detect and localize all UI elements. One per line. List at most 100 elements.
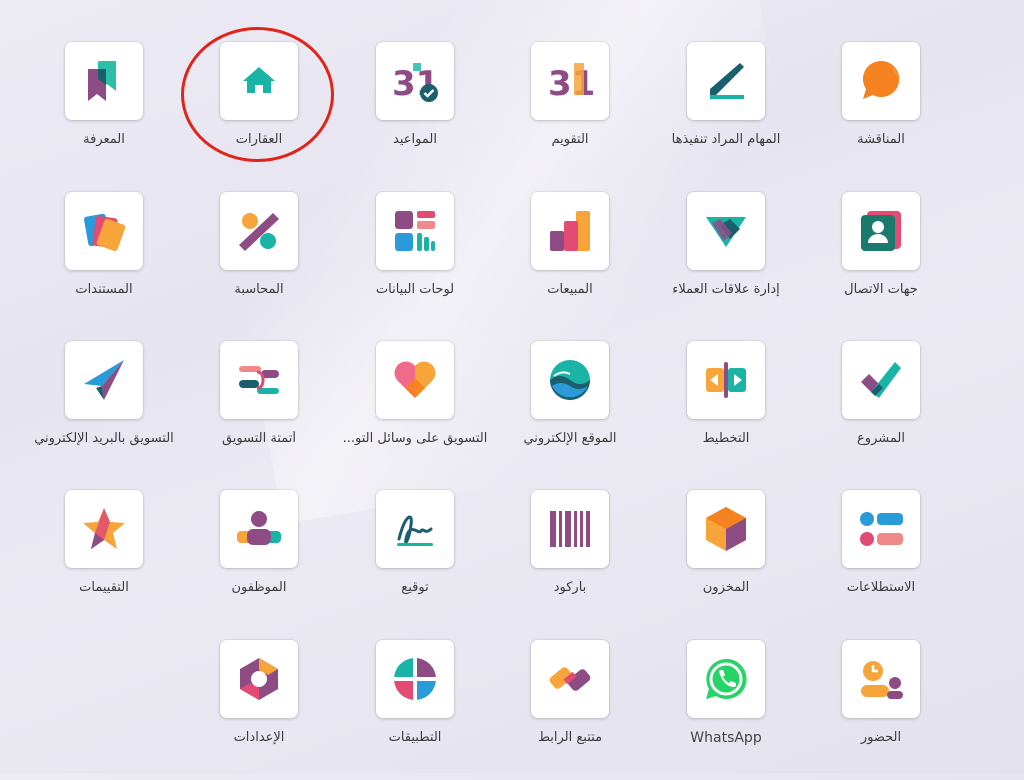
app-project[interactable]: المشروع xyxy=(803,341,959,481)
app-sign[interactable]: توقيع xyxy=(337,490,493,630)
app-calendar[interactable]: 31 التقويم xyxy=(492,42,648,182)
app-tile[interactable] xyxy=(376,192,454,270)
app-label: التقييمات xyxy=(79,580,129,595)
app-label: لوحات البيانات xyxy=(375,282,455,297)
signature-icon xyxy=(397,515,433,546)
app-tile[interactable] xyxy=(65,490,143,568)
app-appointments[interactable]: 31 المواعيد xyxy=(337,42,493,182)
app-sales[interactable]: المبيعات xyxy=(492,192,648,332)
app-tile[interactable] xyxy=(842,42,920,120)
app-real-estate[interactable]: العقارات xyxy=(181,42,337,182)
app-label: التسويق على وسائل التو... xyxy=(342,431,488,446)
app-tile[interactable] xyxy=(687,341,765,419)
app-tile[interactable] xyxy=(376,640,454,718)
app-tile[interactable] xyxy=(531,490,609,568)
app-tile[interactable] xyxy=(220,640,298,718)
app-tile[interactable] xyxy=(220,490,298,568)
app-dashboards[interactable]: لوحات البيانات xyxy=(337,192,493,332)
app-knowledge[interactable]: المعرفة xyxy=(26,42,182,182)
contact-card-icon xyxy=(861,211,901,251)
whatsapp-icon xyxy=(706,658,747,699)
app-tile[interactable] xyxy=(531,192,609,270)
app-label: التسويق بالبريد الإلكتروني xyxy=(34,431,174,446)
app-label: WhatsApp xyxy=(690,730,762,746)
app-tile[interactable] xyxy=(220,341,298,419)
dashboard-icon xyxy=(395,211,435,251)
app-planning[interactable]: التخطيط xyxy=(648,341,804,481)
app-label: المحاسبة xyxy=(234,282,284,297)
app-tile[interactable] xyxy=(531,640,609,718)
app-tile[interactable] xyxy=(842,490,920,568)
app-inventory[interactable]: المخزون xyxy=(648,490,804,630)
app-tile[interactable] xyxy=(842,341,920,419)
automation-arrows-icon xyxy=(239,366,279,394)
app-surveys[interactable]: الاستطلاعات xyxy=(803,490,959,630)
app-todo[interactable]: المهام المراد تنفيذها xyxy=(648,42,804,182)
app-accounting[interactable]: المحاسبة xyxy=(181,192,337,332)
app-label: توقيع xyxy=(401,580,429,595)
app-tile[interactable] xyxy=(376,490,454,568)
app-settings[interactable]: الإعدادات xyxy=(181,640,337,780)
app-tile[interactable] xyxy=(531,341,609,419)
app-contacts[interactable]: جهات الاتصال xyxy=(803,192,959,332)
app-tile[interactable] xyxy=(376,341,454,419)
star-icon xyxy=(83,508,125,549)
calendar-icon: 31 xyxy=(548,63,594,104)
app-tile[interactable] xyxy=(65,42,143,120)
app-tile[interactable]: 31 xyxy=(531,42,609,120)
app-tile[interactable] xyxy=(842,192,920,270)
app-label: جهات الاتصال xyxy=(844,282,918,297)
app-email-marketing[interactable]: التسويق بالبريد الإلكتروني xyxy=(26,341,182,481)
app-social-marketing[interactable]: التسويق على وسائل التو... xyxy=(337,341,493,481)
app-apps[interactable]: التطبيقات xyxy=(337,640,493,780)
app-tile[interactable] xyxy=(687,192,765,270)
app-label: العقارات xyxy=(235,132,283,147)
app-tile[interactable] xyxy=(687,42,765,120)
bookmark-icon xyxy=(88,61,116,101)
pen-line-icon xyxy=(710,63,744,99)
chat-bubble-icon xyxy=(862,60,900,99)
app-label: الإعدادات xyxy=(233,730,285,745)
app-tile[interactable] xyxy=(687,490,765,568)
app-label: المناقشة xyxy=(857,132,905,147)
handshake-icon xyxy=(706,217,746,247)
app-crm[interactable]: إدارة علاقات العملاء xyxy=(648,192,804,332)
heart-icon xyxy=(394,361,436,398)
app-label: المبيعات xyxy=(547,282,593,297)
app-label: الموظفون xyxy=(231,580,287,595)
app-documents[interactable]: المستندات xyxy=(26,192,182,332)
app-label: التقويم xyxy=(551,132,589,147)
app-label: متتبع الرابط xyxy=(537,730,603,745)
app-website[interactable]: الموقع الإلكتروني xyxy=(492,341,648,481)
app-tile[interactable] xyxy=(65,192,143,270)
bar-chart-icon xyxy=(550,211,590,251)
app-tile[interactable]: 31 xyxy=(376,42,454,120)
app-attendance[interactable]: الحضور xyxy=(803,640,959,780)
app-tile[interactable] xyxy=(65,341,143,419)
app-whatsapp[interactable]: WhatsApp xyxy=(648,640,804,780)
app-tile[interactable] xyxy=(220,42,298,120)
app-barcode[interactable]: باركود xyxy=(492,490,648,630)
app-employees[interactable]: الموظفون xyxy=(181,490,337,630)
box-hexagon-icon xyxy=(706,507,746,551)
app-label: المعرفة xyxy=(83,132,125,147)
survey-icon xyxy=(860,512,903,546)
percent-icon xyxy=(239,213,279,251)
settings-hexagon-icon xyxy=(240,658,278,700)
app-label: المخزون xyxy=(702,580,750,595)
app-tile[interactable] xyxy=(842,640,920,718)
paper-plane-icon xyxy=(84,360,124,400)
apps-circle-icon xyxy=(394,658,436,700)
app-link-tracker[interactable]: متتبع الرابط xyxy=(492,640,648,780)
app-discuss[interactable]: المناقشة xyxy=(803,42,959,182)
app-tile[interactable] xyxy=(220,192,298,270)
app-marketing-automation[interactable]: أتمتة التسويق xyxy=(181,341,337,481)
app-appraisals[interactable]: التقييمات xyxy=(26,490,182,630)
house-icon xyxy=(243,67,275,93)
svg-text:31: 31 xyxy=(548,64,594,104)
app-label: باركود xyxy=(553,580,587,595)
app-label: المواعيد xyxy=(393,132,437,147)
app-tile[interactable] xyxy=(687,640,765,718)
app-label: الموقع الإلكتروني xyxy=(523,431,617,446)
app-label: المهام المراد تنفيذها xyxy=(671,132,781,147)
